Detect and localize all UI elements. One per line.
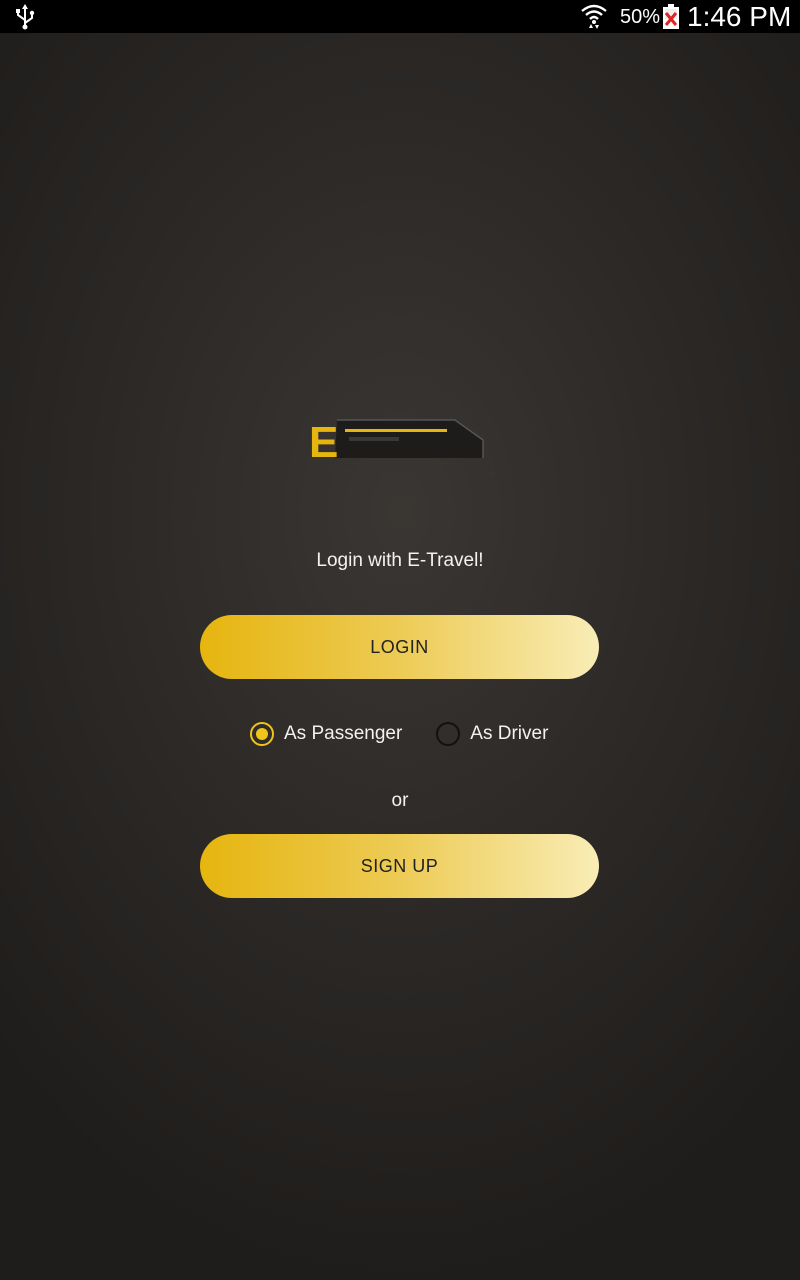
status-bar: 50% 1:46 PM	[0, 0, 800, 33]
battery-icon	[663, 4, 679, 29]
or-separator: or	[391, 790, 409, 811]
battery-percent: 50%	[620, 6, 661, 28]
login-tagline: Login with E-Travel!	[316, 550, 484, 571]
wifi-icon	[581, 4, 607, 29]
radio-checked-icon[interactable]	[250, 722, 274, 746]
radio-as-passenger[interactable]: As Passenger	[250, 722, 402, 746]
svg-text:T R A V E L: T R A V E L	[345, 468, 495, 478]
signup-button[interactable]: SIGN UP	[200, 834, 599, 898]
radio-unchecked-icon[interactable]	[436, 722, 461, 746]
radio-as-driver[interactable]: As Driver	[436, 722, 548, 746]
clock: 1:46 PM	[687, 1, 792, 32]
role-radio-group: As Passenger As Driver	[250, 718, 548, 750]
login-button[interactable]: LOGIN	[200, 615, 599, 679]
app-logo: E T R A V E L	[309, 418, 495, 478]
svg-text:E: E	[309, 418, 338, 467]
radio-label-passenger: As Passenger	[284, 723, 403, 744]
radio-label-driver: As Driver	[470, 723, 549, 744]
usb-icon	[16, 4, 35, 30]
